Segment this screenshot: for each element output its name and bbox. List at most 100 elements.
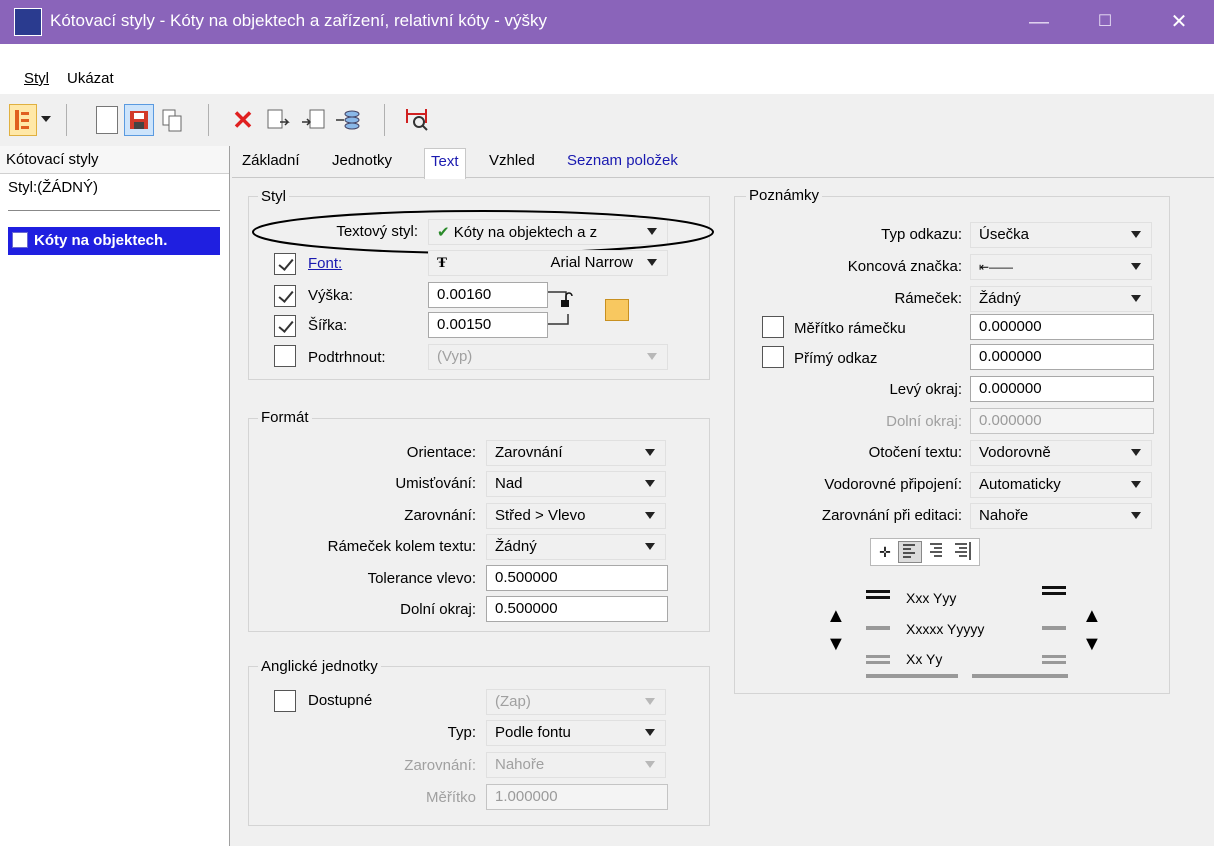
frame-scale-field[interactable]: 0.000000 — [970, 314, 1154, 340]
match-dimension-icon[interactable] — [404, 106, 432, 134]
underline-checkbox[interactable] — [274, 345, 296, 367]
font-select[interactable]: Ŧ Arial Narrow — [428, 250, 668, 276]
tree-view-icon[interactable] — [9, 104, 37, 136]
tab-seznam-polozek[interactable]: Seznam položek — [561, 148, 684, 178]
english-units-group-title: Anglické jednotky — [258, 658, 381, 675]
lock-ratio-icon[interactable] — [548, 286, 578, 330]
tab-jednotky[interactable]: Jednotky — [326, 148, 398, 178]
notes-group-title: Poznámky — [746, 187, 823, 204]
notes-bottom-margin-label: Dolní okraj: — [886, 413, 962, 430]
chevron-down-icon — [647, 259, 657, 266]
notes-frame-select[interactable]: Žádný — [970, 286, 1152, 312]
underline-label: Podtrhnout: — [308, 349, 386, 366]
justification-select[interactable]: Střed > Vlevo — [486, 503, 666, 529]
right-edge-justify-icon[interactable] — [952, 541, 974, 563]
format-bottom-margin-field[interactable]: 0.500000 — [486, 596, 668, 622]
toolbar-separator — [66, 104, 67, 136]
style-list-header: Kótovací styly — [0, 146, 229, 174]
width-field[interactable]: 0.00150 — [428, 312, 548, 338]
units-type-label: Typ: — [447, 724, 476, 741]
format-group-title: Formát — [258, 409, 312, 426]
up-arrow-icon[interactable]: ▲ — [1082, 606, 1102, 626]
close-button[interactable]: ✕ — [1164, 8, 1194, 36]
height-field[interactable]: 0.00160 — [428, 282, 548, 308]
preview-line-marker — [1042, 655, 1066, 658]
tab-text[interactable]: Text — [424, 148, 466, 179]
edit-justification-select[interactable]: Nahoře — [970, 503, 1152, 529]
menu-styl[interactable]: Styl — [24, 70, 49, 87]
export-icon[interactable] — [300, 106, 326, 134]
chevron-down-icon — [645, 543, 655, 550]
text-rotation-select[interactable]: Vodorovně — [970, 440, 1152, 466]
chevron-down-icon[interactable] — [41, 116, 51, 122]
preview-baseline — [866, 674, 958, 678]
units-type-select[interactable]: Podle fontu — [486, 720, 666, 746]
available-select[interactable]: (Zap) — [486, 689, 666, 715]
leader-type-label: Typ odkazu: — [881, 226, 962, 243]
units-scale-field[interactable]: 1.000000 — [486, 784, 668, 810]
tab-vzhled[interactable]: Vzhled — [483, 148, 541, 178]
font-label[interactable]: Font: — [308, 255, 342, 272]
text-style-edit-icon[interactable] — [605, 299, 629, 321]
inline-leader-checkbox[interactable] — [762, 346, 784, 368]
font-checkbox[interactable] — [274, 253, 296, 275]
terminator-label: Koncová značka: — [847, 258, 962, 275]
import-icon[interactable] — [266, 106, 292, 134]
height-label: Výška: — [308, 287, 354, 304]
center-justify-icon[interactable]: ✛ — [874, 541, 896, 563]
terminator-select[interactable]: ⇤—— — [970, 254, 1152, 280]
units-justification-select[interactable]: Nahoře — [486, 752, 666, 778]
minimize-button[interactable]: — — [1024, 8, 1054, 36]
orientation-label: Orientace: — [406, 444, 476, 461]
height-checkbox[interactable] — [274, 285, 296, 307]
right-justify-icon[interactable] — [926, 541, 948, 563]
new-style-icon[interactable] — [96, 106, 118, 134]
width-checkbox[interactable] — [274, 315, 296, 337]
dimension-style-icon — [12, 232, 28, 248]
chevron-down-icon — [645, 729, 655, 736]
horizontal-attachment-select[interactable]: Automaticky — [970, 472, 1152, 498]
preview-line-marker — [866, 590, 890, 593]
notes-frame-label: Rámeček: — [894, 290, 962, 307]
chevron-down-icon — [645, 512, 655, 519]
down-arrow-icon[interactable]: ▼ — [1082, 634, 1102, 654]
preview-line-marker — [866, 626, 890, 630]
chevron-down-icon — [1131, 449, 1141, 456]
notes-bottom-margin-field[interactable]: 0.000000 — [970, 408, 1154, 434]
horizontal-attachment-label: Vodorovné připojení: — [824, 476, 962, 493]
chevron-down-icon — [645, 449, 655, 456]
save-icon[interactable] — [124, 104, 154, 136]
leader-type-select[interactable]: Úsečka — [970, 222, 1152, 248]
up-arrow-icon[interactable]: ▲ — [826, 606, 846, 626]
tab-zakladni[interactable]: Základní — [236, 148, 306, 178]
units-justification-label: Zarovnání: — [404, 757, 476, 774]
menu-ukazat[interactable]: Ukázat — [67, 70, 114, 87]
left-margin-field[interactable]: 0.000000 — [970, 376, 1154, 402]
preview-line-marker — [1042, 626, 1066, 630]
chevron-down-icon — [647, 353, 657, 360]
orientation-select[interactable]: Zarovnání — [486, 440, 666, 466]
truetype-font-icon: Ŧ — [437, 255, 448, 271]
copy-style-icon[interactable] — [160, 106, 184, 134]
text-frame-select[interactable]: Žádný — [486, 534, 666, 560]
down-arrow-icon[interactable]: ▼ — [826, 634, 846, 654]
maximize-button[interactable]: ☐ — [1090, 8, 1120, 36]
frame-scale-checkbox[interactable] — [762, 316, 784, 338]
units-scale-label: Měřítko — [425, 789, 476, 806]
title-bar: Kótovací styly - Kóty na objektech a zař… — [0, 0, 1214, 44]
chevron-down-icon — [645, 761, 655, 768]
tolerance-left-label: Tolerance vlevo: — [367, 570, 476, 587]
tolerance-left-field[interactable]: 0.500000 — [486, 565, 668, 591]
chevron-down-icon — [1131, 481, 1141, 488]
preview-text-line: Xxxxx Yyyyy — [906, 621, 985, 637]
update-icon[interactable] — [334, 106, 362, 134]
style-item-selected[interactable]: Kóty na objektech. — [8, 227, 220, 255]
toolbar-separator — [384, 104, 385, 136]
chevron-down-icon — [1131, 263, 1141, 270]
delete-icon[interactable]: ✕ — [230, 106, 256, 134]
available-checkbox[interactable] — [274, 690, 296, 712]
underline-select[interactable]: (Vyp) — [428, 344, 668, 370]
inline-leader-field[interactable]: 0.000000 — [970, 344, 1154, 370]
placement-select[interactable]: Nad — [486, 471, 666, 497]
left-justify-icon[interactable] — [898, 541, 922, 563]
